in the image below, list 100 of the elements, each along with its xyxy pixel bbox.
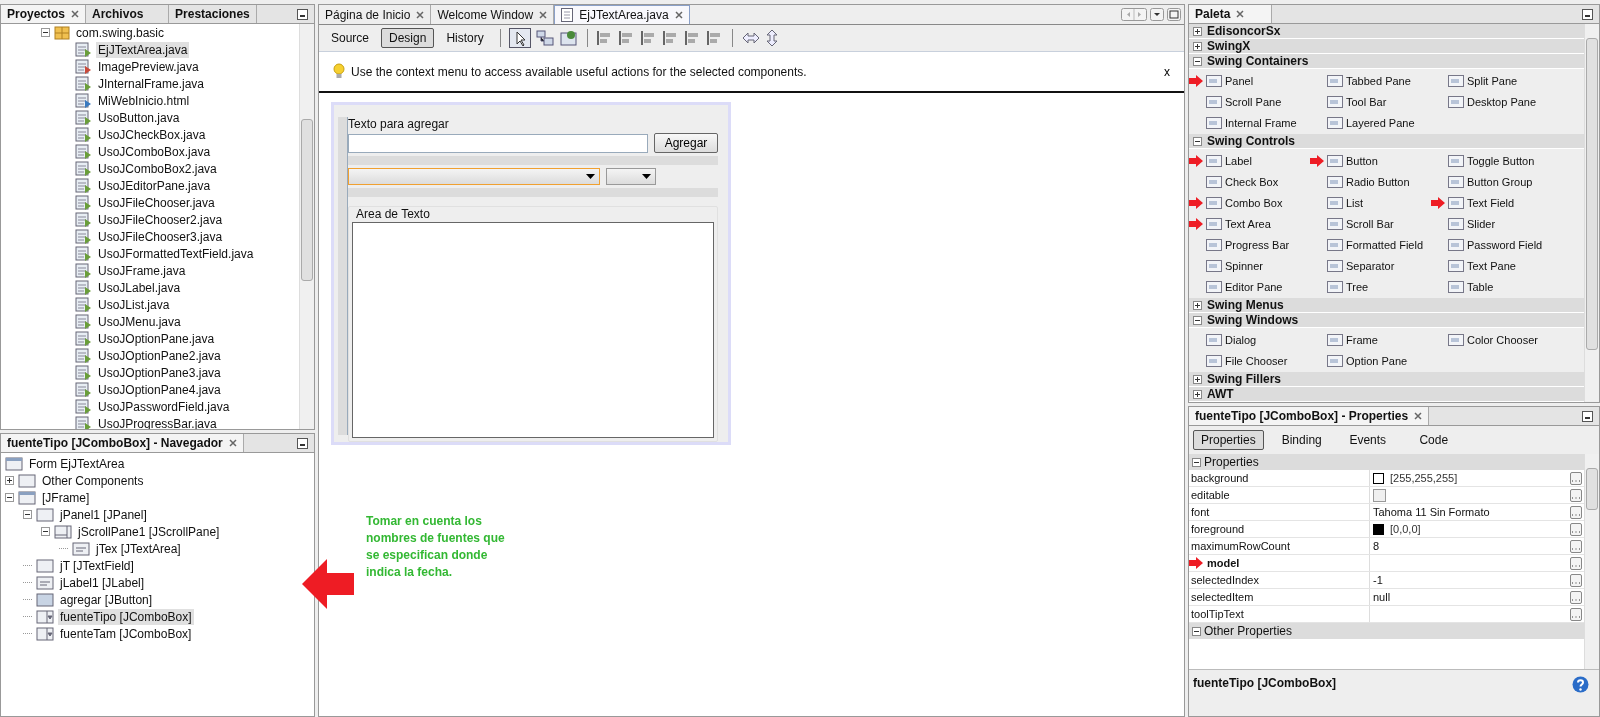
file-item[interactable]: UsoJOptionPane3.java <box>96 364 223 381</box>
component-item[interactable]: jScrollPane1 [JScrollPane] <box>76 523 222 540</box>
palette-item[interactable]: Dialog <box>1225 333 1257 346</box>
palette-item[interactable]: Progress Bar <box>1225 238 1290 251</box>
palette-item[interactable]: Text Field <box>1467 196 1515 209</box>
text-area-panel[interactable]: Area de Texto <box>348 206 718 442</box>
palette-item[interactable]: Tool Bar <box>1346 95 1387 108</box>
palette-item[interactable]: Password Field <box>1467 238 1543 251</box>
palette-item[interactable]: Layered Pane <box>1346 116 1415 129</box>
ellipsis-button[interactable] <box>1570 539 1582 553</box>
file-item[interactable]: UsoJCheckBox.java <box>96 126 208 143</box>
editor-tab[interactable]: EjJTextArea.java <box>554 5 690 24</box>
file-item[interactable]: UsoJList.java <box>96 296 172 313</box>
palette-item[interactable]: Scroll Pane <box>1225 95 1282 108</box>
add-button[interactable]: Agregar <box>654 133 718 153</box>
close-icon[interactable] <box>228 439 237 447</box>
component-item[interactable]: jT [JTextField] <box>58 557 136 574</box>
properties-tab[interactable]: Events <box>1339 430 1396 450</box>
palette-item[interactable]: Combo Box <box>1225 196 1283 209</box>
property-value[interactable]: -1 <box>1373 574 1383 586</box>
scrollbar[interactable] <box>1584 454 1599 669</box>
category-header[interactable]: Swing Containers <box>1189 54 1584 69</box>
properties-tab[interactable]: Code <box>1405 430 1462 450</box>
component-item[interactable]: jPanel1 [JPanel] <box>58 506 149 523</box>
close-icon[interactable] <box>539 10 548 19</box>
file-item[interactable]: UsoJFileChooser3.java <box>96 228 225 245</box>
section-header[interactable]: Properties <box>1189 454 1584 470</box>
property-value[interactable]: null <box>1373 591 1391 603</box>
file-item[interactable]: UsoJEditorPane.java <box>96 177 213 194</box>
dropdown-icon[interactable] <box>1150 8 1164 21</box>
property-value[interactable]: Tahoma 11 Sin Formato <box>1373 506 1490 518</box>
expander-icon[interactable] <box>1193 300 1202 310</box>
palette-item[interactable]: Table <box>1467 280 1494 293</box>
palette-item[interactable]: Text Pane <box>1467 259 1516 272</box>
properties-tab[interactable]: Binding <box>1273 430 1330 450</box>
category-header[interactable]: SwingX <box>1189 39 1584 54</box>
expander-icon[interactable] <box>1192 626 1201 636</box>
category-header[interactable]: Swing Windows <box>1189 313 1584 328</box>
expander-icon[interactable] <box>1193 26 1202 36</box>
panel-tab[interactable]: Archivos <box>86 5 170 23</box>
palette-item[interactable]: Tree <box>1346 280 1369 293</box>
view-button[interactable]: Design <box>381 28 435 48</box>
ellipsis-button[interactable] <box>1570 590 1582 604</box>
vertical-resize-icon[interactable] <box>764 29 779 47</box>
expander-icon[interactable] <box>5 476 14 485</box>
panel-tab[interactable]: Prestaciones <box>169 5 257 23</box>
expander-icon[interactable] <box>1193 41 1202 51</box>
palette-item[interactable]: Frame <box>1346 333 1378 346</box>
file-item[interactable]: EjJTextArea.java <box>96 41 190 58</box>
scrollbar-thumb[interactable] <box>1586 468 1598 510</box>
expander-icon[interactable] <box>1193 389 1202 399</box>
view-button[interactable]: History <box>438 28 492 48</box>
scrollbar[interactable] <box>299 24 314 429</box>
ellipsis-button[interactable] <box>1570 505 1582 519</box>
component-item[interactable]: Form EjJTextArea <box>27 455 127 472</box>
component-item[interactable]: jLabel1 [JLabel] <box>58 574 147 591</box>
category-header[interactable]: AWT <box>1189 387 1584 402</box>
minimize-icon[interactable] <box>1582 8 1593 20</box>
combo-box[interactable] <box>606 168 656 185</box>
category-header[interactable]: EdisoncorSx <box>1189 24 1584 39</box>
ellipsis-button[interactable] <box>1570 556 1582 570</box>
expander-icon[interactable] <box>1193 374 1202 384</box>
file-item[interactable]: UsoJOptionPane.java <box>96 330 217 347</box>
close-icon[interactable] <box>416 10 425 19</box>
ellipsis-button[interactable] <box>1570 573 1582 587</box>
file-item[interactable]: UsoJFileChooser2.java <box>96 211 225 228</box>
ellipsis-button[interactable] <box>1570 522 1582 536</box>
palette-item[interactable]: List <box>1346 196 1364 209</box>
ellipsis-button[interactable] <box>1570 607 1582 621</box>
expander-icon[interactable] <box>1192 457 1201 467</box>
minimize-icon[interactable] <box>297 8 308 20</box>
component-item[interactable]: jTex [JTextArea] <box>94 540 183 557</box>
file-item[interactable]: UsoJLabel.java <box>96 279 183 296</box>
form-frame[interactable]: Texto para agregar Agregar Area de Texto <box>331 102 731 445</box>
scrollbar-thumb[interactable] <box>1586 38 1598 350</box>
component-item[interactable]: [JFrame] <box>40 489 92 506</box>
panel-tab[interactable]: Paleta <box>1189 5 1272 23</box>
palette-item[interactable]: Formatted Field <box>1346 238 1424 251</box>
scrollbar-thumb[interactable] <box>301 119 313 281</box>
expander-icon[interactable] <box>41 527 50 536</box>
palette-item[interactable]: Slider <box>1467 217 1496 230</box>
text-field[interactable] <box>348 133 648 153</box>
expander-icon[interactable] <box>5 493 14 502</box>
palette-item[interactable]: Label <box>1225 154 1252 167</box>
view-button[interactable]: Source <box>323 28 378 48</box>
file-item[interactable]: UsoJComboBox.java <box>96 143 213 160</box>
file-item[interactable]: UsoJPasswordField.java <box>96 398 232 415</box>
palette-item[interactable]: Internal Frame <box>1225 116 1297 129</box>
minimize-icon[interactable] <box>297 437 308 449</box>
component-item[interactable]: Other Components <box>40 472 146 489</box>
close-icon[interactable] <box>674 11 683 19</box>
palette-item[interactable]: Split Pane <box>1467 74 1518 87</box>
palette-item[interactable]: Option Pane <box>1346 354 1408 367</box>
palette-item[interactable]: Button <box>1346 154 1378 167</box>
property-value[interactable]: 8 <box>1373 540 1380 552</box>
file-item[interactable]: MiWebInicio.html <box>96 92 192 109</box>
palette-item[interactable]: Separator <box>1346 259 1395 272</box>
component-item[interactable]: fuenteTipo [JComboBox] <box>58 608 194 625</box>
file-item[interactable]: UsoJFormattedTextField.java <box>96 245 256 262</box>
file-item[interactable]: UsoJComboBox2.java <box>96 160 219 177</box>
